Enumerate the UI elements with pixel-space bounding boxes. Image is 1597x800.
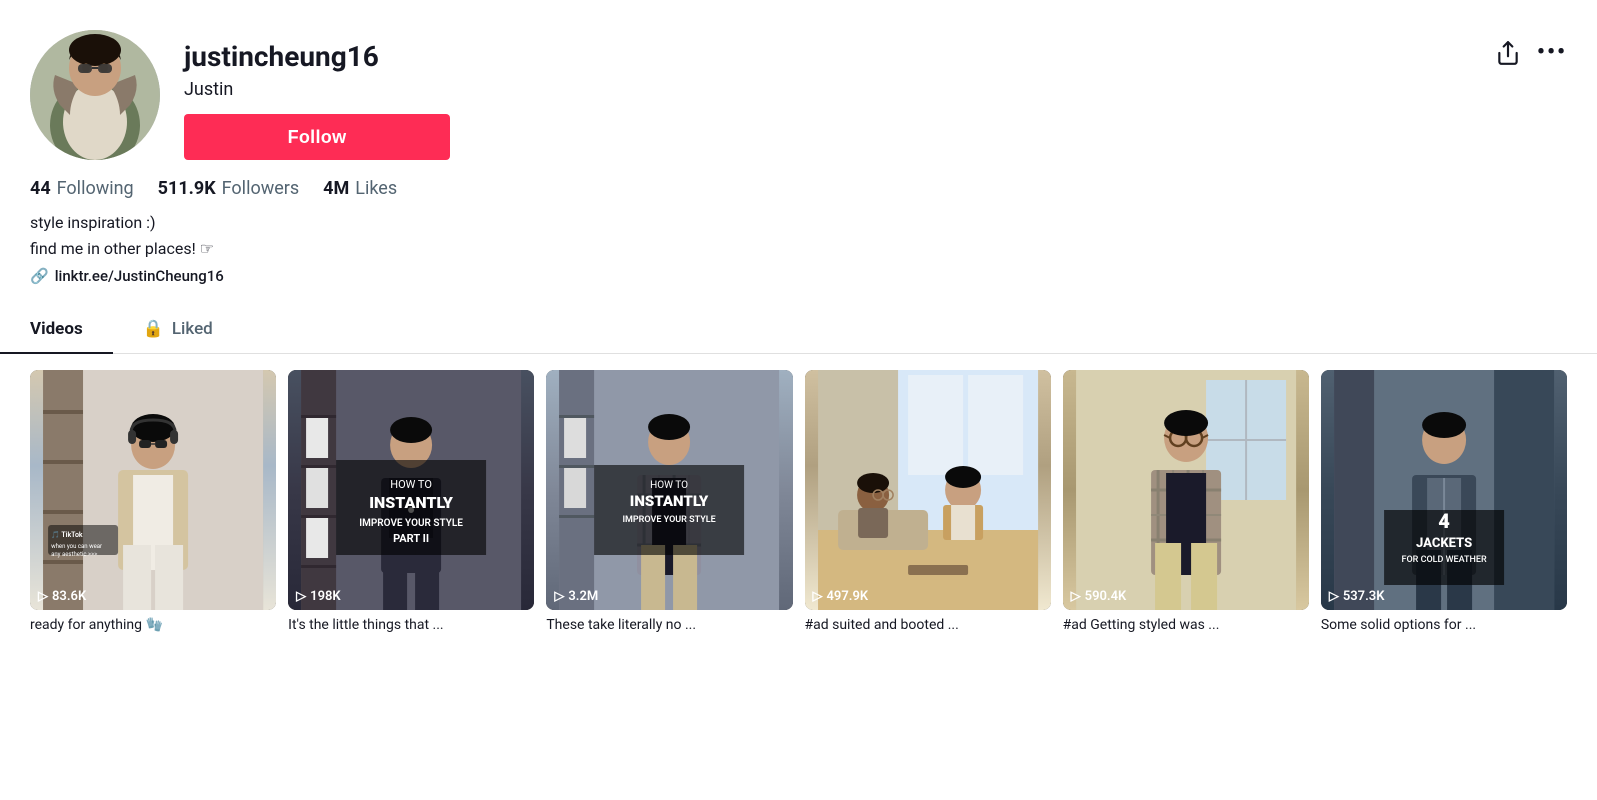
video-card-5[interactable]: ▷ 590.4K #ad Getting styled was ... — [1063, 370, 1309, 636]
svg-text:INSTANTLY: INSTANTLY — [630, 492, 709, 510]
share-icon[interactable] — [1495, 40, 1521, 72]
bio-line-1: style inspiration :) — [30, 211, 1567, 235]
svg-text:any aesthetic >>>: any aesthetic >>> — [51, 551, 97, 558]
video-card-4[interactable]: ▷ 497.9K #ad suited and booted ... — [805, 370, 1051, 636]
video-thumb-1[interactable]: 🎵 TikTok when you can wear any aesthetic… — [30, 370, 276, 610]
profile-link-url[interactable]: linktr.ee/JustinCheung16 — [55, 267, 224, 285]
video-views-4: ▷ 497.9K — [813, 589, 869, 604]
svg-text:INSTANTLY: INSTANTLY — [369, 493, 454, 512]
play-icon-1: ▷ — [38, 589, 48, 604]
video-caption-5: #ad Getting styled was ... — [1063, 616, 1309, 636]
video-caption-1: ready for anything 🧤 — [30, 616, 276, 636]
play-icon-2: ▷ — [296, 589, 306, 604]
lock-icon: 🔒 — [143, 319, 164, 339]
video-thumb-2[interactable]: HOW TO INSTANTLY IMPROVE YOUR STYLE PART… — [288, 370, 534, 610]
svg-text:HOW TO: HOW TO — [390, 478, 432, 491]
video-card-1[interactable]: 🎵 TikTok when you can wear any aesthetic… — [30, 370, 276, 636]
video-caption-4: #ad suited and booted ... — [805, 616, 1051, 636]
followers-stat[interactable]: 511.9K Followers — [158, 178, 300, 199]
video-views-2: ▷ 198K — [296, 589, 341, 604]
svg-text:PART II: PART II — [393, 532, 429, 545]
tab-videos-label: Videos — [30, 319, 83, 339]
svg-text:JACKETS: JACKETS — [1416, 536, 1472, 551]
play-icon-6: ▷ — [1329, 589, 1339, 604]
profile-displayname: Justin — [184, 79, 450, 100]
video-card-2[interactable]: HOW TO INSTANTLY IMPROVE YOUR STYLE PART… — [288, 370, 534, 636]
stats-row: 44 Following 511.9K Followers 4M Likes — [30, 178, 1567, 199]
video-views-5: ▷ 590.4K — [1071, 589, 1127, 604]
svg-text:IMPROVE YOUR STYLE: IMPROVE YOUR STYLE — [359, 518, 463, 529]
video-thumb-3[interactable]: HOW TO INSTANTLY IMPROVE YOUR STYLE ▷ 3.… — [546, 370, 792, 610]
video-views-3: ▷ 3.2M — [554, 589, 598, 604]
more-options-icon[interactable]: ••• — [1537, 40, 1567, 65]
bio-line-2: find me in other places! ☞ — [30, 237, 1567, 261]
profile-link[interactable]: 🔗 linktr.ee/JustinCheung16 — [30, 267, 1567, 285]
following-count: 44 — [30, 178, 51, 199]
profile-actions: ••• — [1495, 40, 1567, 72]
profile-section: justincheung16 Justin Follow ••• 44 Foll… — [0, 0, 1597, 305]
likes-label: Likes — [355, 178, 397, 199]
profile-info: justincheung16 Justin Follow — [184, 30, 450, 160]
svg-text:4: 4 — [1438, 509, 1450, 533]
tab-videos[interactable]: Videos — [0, 305, 113, 353]
svg-text:when you can wear: when you can wear — [51, 543, 102, 550]
likes-count: 4M — [323, 178, 349, 199]
tab-liked[interactable]: 🔒 Liked — [113, 305, 243, 353]
video-thumb-4[interactable]: ▷ 497.9K — [805, 370, 1051, 610]
followers-count: 511.9K — [158, 178, 216, 199]
play-icon-4: ▷ — [813, 589, 823, 604]
svg-text:🎵 TikTok: 🎵 TikTok — [51, 530, 83, 539]
followers-label: Followers — [222, 178, 300, 199]
play-icon-5: ▷ — [1071, 589, 1081, 604]
video-thumb-6[interactable]: 4 JACKETS FOR COLD WEATHER ▷ 537.3K — [1321, 370, 1567, 610]
video-caption-6: Some solid options for ... — [1321, 616, 1567, 636]
video-thumb-5[interactable]: ▷ 590.4K — [1063, 370, 1309, 610]
link-icon: 🔗 — [30, 267, 49, 285]
svg-text:FOR COLD WEATHER: FOR COLD WEATHER — [1401, 555, 1486, 565]
follow-button[interactable]: Follow — [184, 114, 450, 160]
video-card-6[interactable]: 4 JACKETS FOR COLD WEATHER ▷ 537.3K Some… — [1321, 370, 1567, 636]
tab-liked-label: Liked — [172, 319, 213, 339]
following-label: Following — [57, 178, 134, 199]
svg-text:HOW TO: HOW TO — [650, 480, 688, 491]
svg-text:IMPROVE YOUR STYLE: IMPROVE YOUR STYLE — [623, 515, 716, 525]
video-views-1: ▷ 83.6K — [38, 589, 86, 604]
profile-header: justincheung16 Justin Follow ••• — [30, 30, 1567, 160]
play-icon-3: ▷ — [554, 589, 564, 604]
likes-stat[interactable]: 4M Likes — [323, 178, 397, 199]
following-stat[interactable]: 44 Following — [30, 178, 134, 199]
profile-username: justincheung16 — [184, 40, 450, 73]
video-views-6: ▷ 537.3K — [1329, 589, 1385, 604]
avatar — [30, 30, 160, 160]
videos-grid: 🎵 TikTok when you can wear any aesthetic… — [0, 354, 1597, 652]
tabs-section: Videos 🔒 Liked — [0, 305, 1597, 354]
video-caption-3: These take literally no ... — [546, 616, 792, 636]
video-caption-2: It's the little things that ... — [288, 616, 534, 636]
video-card-3[interactable]: HOW TO INSTANTLY IMPROVE YOUR STYLE ▷ 3.… — [546, 370, 792, 636]
